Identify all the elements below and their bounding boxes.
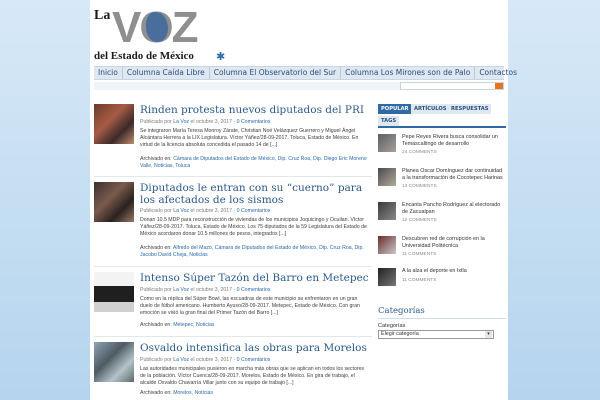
popular-title[interactable]: Pepe Reyes Rivera busca consolidar un Te…	[402, 134, 506, 148]
popular-title[interactable]: A la alza el deporte en Ixtla	[402, 268, 506, 275]
article-meta: Publicado por La Voz el octubre 3, 2017 …	[140, 357, 270, 363]
article-meta: Publicado por La Voz el octubre 3, 2017 …	[140, 287, 270, 293]
article-date: el octubre 3, 2017	[190, 357, 233, 363]
star-icon: ✱	[216, 51, 226, 63]
popular-count: 11 COMMENTS	[402, 252, 437, 257]
author-link[interactable]: La Voz	[173, 287, 189, 293]
meta-prefix: Publicado por	[140, 208, 172, 214]
divider	[94, 336, 372, 337]
article-title[interactable]: Intenso Súper Tazón del Barro en Metepec	[140, 272, 372, 284]
categories-select[interactable]: Elegir categoría ▾	[378, 330, 494, 339]
main-nav: Inicio Columna Caída Libre Columna El Ob…	[94, 66, 517, 80]
nav-item-inicio[interactable]: Inicio	[94, 67, 123, 79]
divider	[94, 266, 372, 267]
comments-link[interactable]: · 0 Comentarios	[234, 357, 271, 363]
tab-respuestas[interactable]: RESPUESTAS	[448, 104, 492, 114]
categories-label: Categorías	[378, 323, 406, 329]
tags-links[interactable]: Cámara de Diputados del Estado de México…	[140, 156, 367, 169]
sidebar-tabs: POPULAR ARTÍCULOS RESPUESTAS TAGS	[378, 104, 506, 126]
popular-title[interactable]: Descubren red de corrupción en la Univer…	[402, 236, 506, 250]
tags-prefix: Archivado en:	[140, 390, 172, 396]
tab-underline	[378, 126, 506, 128]
tags-prefix: Archivado en:	[140, 322, 172, 328]
article-thumbnail[interactable]	[94, 182, 134, 222]
popular-thumbnail[interactable]	[378, 168, 396, 186]
search-input[interactable]	[400, 82, 504, 90]
popular-item[interactable]: A la alza el deporte en Ixtla 11 COMMENT…	[378, 268, 506, 294]
article-excerpt: Se integraron María Teresa Monroy Zárate…	[140, 128, 359, 148]
popular-item[interactable]: Planea Oscar Domínguez dar continuidad a…	[378, 168, 506, 194]
header: La VOZ del Estado de México ✱	[90, 0, 508, 66]
tags-links[interactable]: Metepec, Noticias	[173, 322, 214, 328]
author-link[interactable]: La Voz	[173, 357, 189, 363]
search-icon[interactable]	[495, 83, 503, 89]
article-date: el octubre 3, 2017	[190, 208, 233, 214]
tab-popular[interactable]: POPULAR	[378, 104, 412, 114]
divider	[378, 318, 506, 319]
meta-prefix: Publicado por	[140, 287, 172, 293]
article-title[interactable]: Osvaldo intensifica las obras para Morel…	[140, 342, 372, 354]
author-link[interactable]: La Voz	[173, 119, 189, 125]
popular-title[interactable]: Planea Oscar Domínguez dar continuidad a…	[402, 168, 506, 182]
tags-prefix: Archivado en:	[140, 245, 172, 251]
article-tags: Archivado en: Alfredo del Mazo, Cámara d…	[140, 245, 370, 259]
tags-links[interactable]: Morelos, Noticias	[173, 390, 213, 396]
popular-title[interactable]: Encanta Pancho Rodríguez al electorado d…	[402, 202, 506, 216]
tab-tags[interactable]: TAGS	[378, 116, 400, 126]
comments-link[interactable]: · 0 Comentarios	[234, 208, 271, 214]
popular-thumbnail[interactable]	[378, 202, 396, 220]
nav-item-caida-libre[interactable]: Columna Caída Libre	[123, 67, 210, 79]
meta-prefix: Publicado por	[140, 357, 172, 363]
logo-subtitle: del Estado de México	[94, 50, 194, 62]
logo-la: La	[94, 8, 111, 23]
popular-count: 13 COMMENTS	[402, 184, 437, 189]
popular-count: 12 COMMENTS	[402, 218, 437, 223]
popular-thumbnail[interactable]	[378, 268, 396, 286]
popular-count: 24 COMMENTS	[402, 150, 437, 155]
article-meta: Publicado por La Voz el octubre 3, 2017 …	[140, 208, 270, 214]
article-excerpt: Como en la réplica del Súper Bowl, las e…	[140, 296, 360, 316]
popular-item[interactable]: Encanta Pancho Rodríguez al electorado d…	[378, 202, 506, 228]
article-tags: Archivado en: Cámara de Diputados del Es…	[140, 156, 370, 170]
article-date: el octubre 3, 2017	[190, 287, 233, 293]
article-meta: Publicado por La Voz el octubre 3, 2017 …	[140, 119, 270, 125]
page: La VOZ del Estado de México ✱ Inicio Col…	[90, 0, 517, 400]
categories-heading: Categorías	[378, 306, 425, 316]
article-thumbnail[interactable]	[94, 272, 134, 312]
article-tags: Archivado en: Morelos, Noticias	[140, 390, 370, 397]
popular-thumbnail[interactable]	[378, 134, 396, 152]
map-icon	[146, 12, 168, 42]
search-bar	[94, 82, 504, 90]
divider	[94, 176, 372, 177]
article-date: el octubre 3, 2017	[190, 119, 233, 125]
comments-link[interactable]: · 0 Comentarios	[234, 119, 271, 125]
nav-item-observatorio[interactable]: Columna El Observatorio del Sur	[210, 67, 342, 79]
article-tags: Archivado en: Metepec, Noticias	[140, 322, 370, 329]
article-title[interactable]: Rinden protesta nuevos diputados del PRI	[140, 104, 372, 116]
categories-select-value: Elegir categoría	[381, 331, 419, 337]
popular-count: 11 COMMENTS	[402, 278, 437, 283]
nav-item-contactos[interactable]: Contactos	[475, 67, 521, 79]
meta-prefix: Publicado por	[140, 119, 172, 125]
popular-item[interactable]: Pepe Reyes Rivera busca consolidar un Te…	[378, 134, 506, 160]
chevron-down-icon: ▾	[485, 331, 492, 338]
site-logo[interactable]: La VOZ del Estado de México ✱	[94, 6, 244, 64]
article-title[interactable]: Diputados le entran con su “cuerno” para…	[140, 182, 372, 206]
comments-link[interactable]: · 0 Comentarios	[234, 287, 271, 293]
article-thumbnail[interactable]	[94, 104, 134, 144]
article-excerpt: Donan 10.5 MDP para reconstrucción de vi…	[140, 217, 367, 237]
tags-links[interactable]: Alfredo del Mazo, Cámara de Diputados de…	[140, 245, 364, 258]
tags-prefix: Archivado en:	[140, 156, 172, 162]
article-excerpt: Las autoridades municipales pusieron en …	[140, 366, 365, 386]
article-thumbnail[interactable]	[94, 342, 134, 382]
popular-thumbnail[interactable]	[378, 236, 396, 254]
author-link[interactable]: La Voz	[173, 208, 189, 214]
popular-item[interactable]: Descubren red de corrupción en la Univer…	[378, 236, 506, 262]
tab-articulos[interactable]: ARTÍCULOS	[411, 104, 450, 114]
nav-item-mirones[interactable]: Columna Los Mirones son de Palo	[341, 67, 476, 79]
